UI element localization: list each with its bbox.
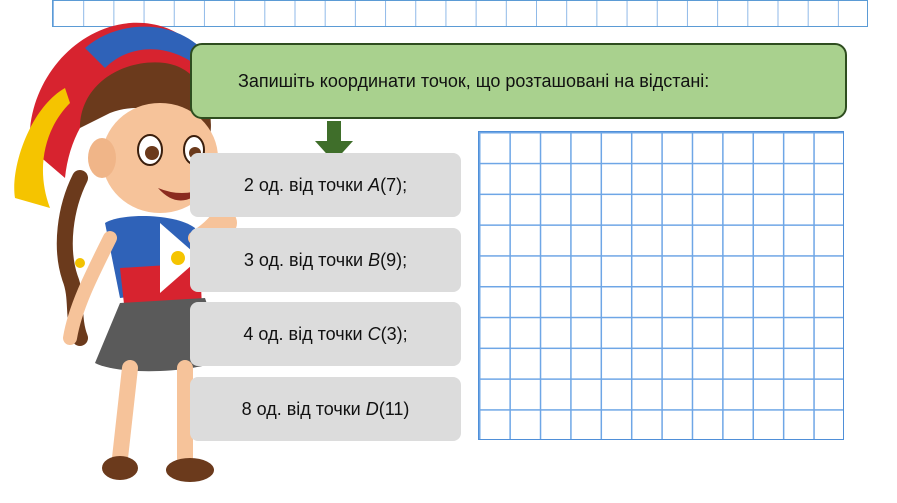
point-coordinate: (11): [378, 398, 410, 419]
instruction-text: Запишіть координати точок, що розташован…: [238, 70, 710, 91]
point-coordinate: (3);: [380, 323, 408, 344]
task-prefix: 3 од. від точки: [243, 249, 369, 270]
point-label: C: [367, 323, 381, 344]
graph-paper-grid: [478, 131, 844, 440]
task-prefix: 2 од. від точки: [243, 174, 369, 195]
instruction-banner: Запишіть координати точок, що розташован…: [190, 43, 847, 119]
task-card-d: 8 од. від точки D (11): [190, 377, 461, 441]
task-card-c: 4 од. від точки C (3);: [190, 302, 461, 366]
point-label: D: [365, 398, 379, 419]
point-coordinate: (7);: [380, 174, 408, 195]
point-coordinate: (9);: [380, 249, 408, 270]
task-card-b: 3 од. від точки B (9);: [190, 228, 461, 292]
task-prefix: 8 од. від точки: [241, 398, 366, 419]
point-label: B: [368, 249, 381, 270]
task-card-a: 2 од. від точки A (7);: [190, 153, 461, 217]
task-prefix: 4 од. від точки: [243, 323, 368, 344]
point-label: A: [368, 174, 381, 195]
